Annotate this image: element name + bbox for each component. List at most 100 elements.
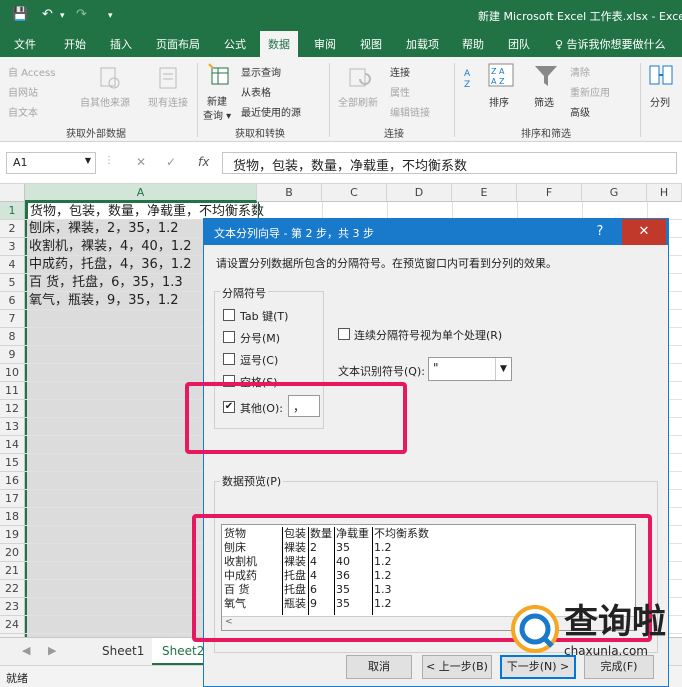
close-button[interactable]: ✕	[622, 219, 666, 245]
row-header[interactable]: 24	[0, 616, 25, 634]
row-header[interactable]: 19	[0, 526, 25, 544]
customize-qat-icon[interactable]: ▾	[108, 11, 113, 21]
tab-data[interactable]: 数据	[260, 31, 298, 58]
column-header[interactable]: H	[647, 184, 682, 202]
new-query-button[interactable]: 新建	[207, 93, 227, 108]
group-label-transform: 获取和转换	[235, 129, 285, 140]
ribbon-tabs: 文件 开始 插入 页面布局 公式 数据 审阅 视图 加载项 帮助 团队 ♀ 告诉…	[0, 31, 682, 58]
from-table-button[interactable]: 从表格	[241, 84, 271, 99]
back-button[interactable]: < 上一步(B)	[422, 655, 492, 679]
cancel-icon[interactable]: ✕	[136, 155, 146, 169]
cell-a3[interactable]: 收割机，裸装，4，40，1.2	[27, 238, 192, 256]
tab-view[interactable]: 视图	[360, 36, 382, 52]
tab-addins[interactable]: 加载项	[406, 36, 439, 52]
existing-connections-button: 现有连接	[148, 98, 188, 109]
ribbon-separator	[197, 63, 198, 137]
tab-page-layout[interactable]: 页面布局	[156, 36, 200, 52]
row-header[interactable]: 7	[0, 310, 25, 328]
row-header[interactable]: 10	[0, 364, 25, 382]
preview-label: 数据预览(P)	[220, 473, 284, 489]
text-to-columns-button[interactable]: 分列	[650, 94, 670, 109]
undo-icon[interactable]: ↶	[42, 7, 53, 22]
name-box[interactable]: A1 ▼	[6, 152, 96, 174]
column-header[interactable]: E	[452, 184, 517, 202]
row-header[interactable]: 17	[0, 490, 25, 508]
cell-a5[interactable]: 百 货，托盘，6，35，1.3	[27, 274, 183, 292]
row-header[interactable]: 23	[0, 598, 25, 616]
connections-button[interactable]: 连接	[390, 64, 410, 79]
enter-icon[interactable]: ✓	[166, 155, 176, 169]
row-header[interactable]: 4	[0, 256, 25, 274]
insert-function-icon[interactable]: fx	[198, 155, 209, 169]
from-access-button: 自 Access	[8, 68, 56, 79]
refresh-all-button: 全部刷新	[338, 98, 378, 109]
column-header[interactable]: B	[257, 184, 322, 202]
row-header[interactable]: 16	[0, 472, 25, 490]
advanced-button[interactable]: 高级	[570, 104, 590, 119]
row-header[interactable]: 15	[0, 454, 25, 472]
column-header[interactable]: C	[322, 184, 387, 202]
watermark-url: chaxunla.com	[564, 644, 648, 658]
semicolon-checkbox[interactable]	[223, 331, 235, 343]
tab-insert[interactable]: 插入	[110, 36, 132, 52]
ribbon-separator	[329, 63, 330, 137]
ribbon-separator	[640, 63, 641, 137]
sort-icon: Z AA Z	[488, 63, 514, 87]
cell-a6[interactable]: 氧气，瓶装，9，35，1.2	[27, 292, 179, 310]
sort-az-icon: AZ	[464, 69, 471, 90]
scroll-left-icon[interactable]: ◀	[22, 644, 30, 657]
row-header[interactable]: 13	[0, 418, 25, 436]
formula-input[interactable]: 货物，包装，数量，净载重，不均衡系数	[222, 152, 677, 174]
text-qualifier-select[interactable]: " ▼	[428, 357, 512, 381]
row-header[interactable]: 22	[0, 580, 25, 598]
column-header[interactable]: D	[387, 184, 452, 202]
tab-file[interactable]: 文件	[14, 36, 36, 52]
row-header[interactable]: 12	[0, 400, 25, 418]
undo-dropdown-icon[interactable]: ▾	[60, 11, 65, 21]
cell-a4[interactable]: 中成药，托盘，4，36，1.2	[27, 256, 192, 274]
new-query-dropdown[interactable]: 查询 ▾	[203, 107, 231, 122]
svg-text:Z A: Z A	[491, 67, 505, 76]
cell-a2[interactable]: 刨床，裸装，2，35，1.2	[27, 220, 179, 238]
tab-review[interactable]: 审阅	[314, 36, 336, 52]
row-header[interactable]: 14	[0, 436, 25, 454]
dialog-title-bar: 文本分列向导 - 第 2 步，共 3 步 ? ✕	[204, 219, 668, 245]
row-header[interactable]: 11	[0, 382, 25, 400]
sort-button[interactable]: 排序	[489, 94, 509, 109]
column-header[interactable]: F	[517, 184, 582, 202]
column-header[interactable]: A	[25, 184, 257, 202]
row-header[interactable]: 5	[0, 274, 25, 292]
select-all-corner[interactable]	[0, 184, 25, 202]
row-header[interactable]: 21	[0, 562, 25, 580]
show-queries-button[interactable]: 显示查询	[241, 64, 281, 79]
recent-sources-button[interactable]: 最近使用的源	[241, 104, 301, 119]
svg-text:A: A	[464, 69, 471, 79]
row-header[interactable]: 2	[0, 220, 25, 238]
tab-home[interactable]: 开始	[64, 36, 86, 52]
save-icon[interactable]: 💾	[12, 7, 28, 22]
sheet-tab-1[interactable]: Sheet1	[92, 638, 154, 665]
help-button[interactable]: ?	[578, 219, 622, 245]
row-header[interactable]: 6	[0, 292, 25, 310]
cancel-button[interactable]: 取消	[346, 655, 412, 679]
tab-checkbox[interactable]	[223, 309, 235, 321]
tab-team[interactable]: 团队	[508, 36, 530, 52]
row-header[interactable]: 1	[0, 202, 25, 220]
row-header[interactable]: 9	[0, 346, 25, 364]
tab-formulas[interactable]: 公式	[224, 36, 246, 52]
svg-text:A Z: A Z	[491, 77, 505, 86]
scroll-right-icon[interactable]: ▶	[48, 644, 56, 657]
reapply-button: 重新应用	[570, 88, 610, 99]
ribbon: 自 Access 自网站 自文本 自其他来源 现有连接 获取外部数据 新建 查询…	[0, 57, 682, 142]
tell-me-search[interactable]: ♀ 告诉我你想要做什么	[555, 36, 666, 52]
comma-checkbox[interactable]	[223, 353, 235, 365]
consecutive-checkbox[interactable]	[338, 328, 350, 340]
column-header[interactable]: G	[582, 184, 647, 202]
row-header[interactable]: 18	[0, 508, 25, 526]
row-header[interactable]: 3	[0, 238, 25, 256]
row-header[interactable]: 20	[0, 544, 25, 562]
filter-button[interactable]: 筛选	[534, 94, 554, 109]
clear-button: 清除	[570, 68, 590, 79]
row-header[interactable]: 8	[0, 328, 25, 346]
tab-help[interactable]: 帮助	[462, 36, 484, 52]
